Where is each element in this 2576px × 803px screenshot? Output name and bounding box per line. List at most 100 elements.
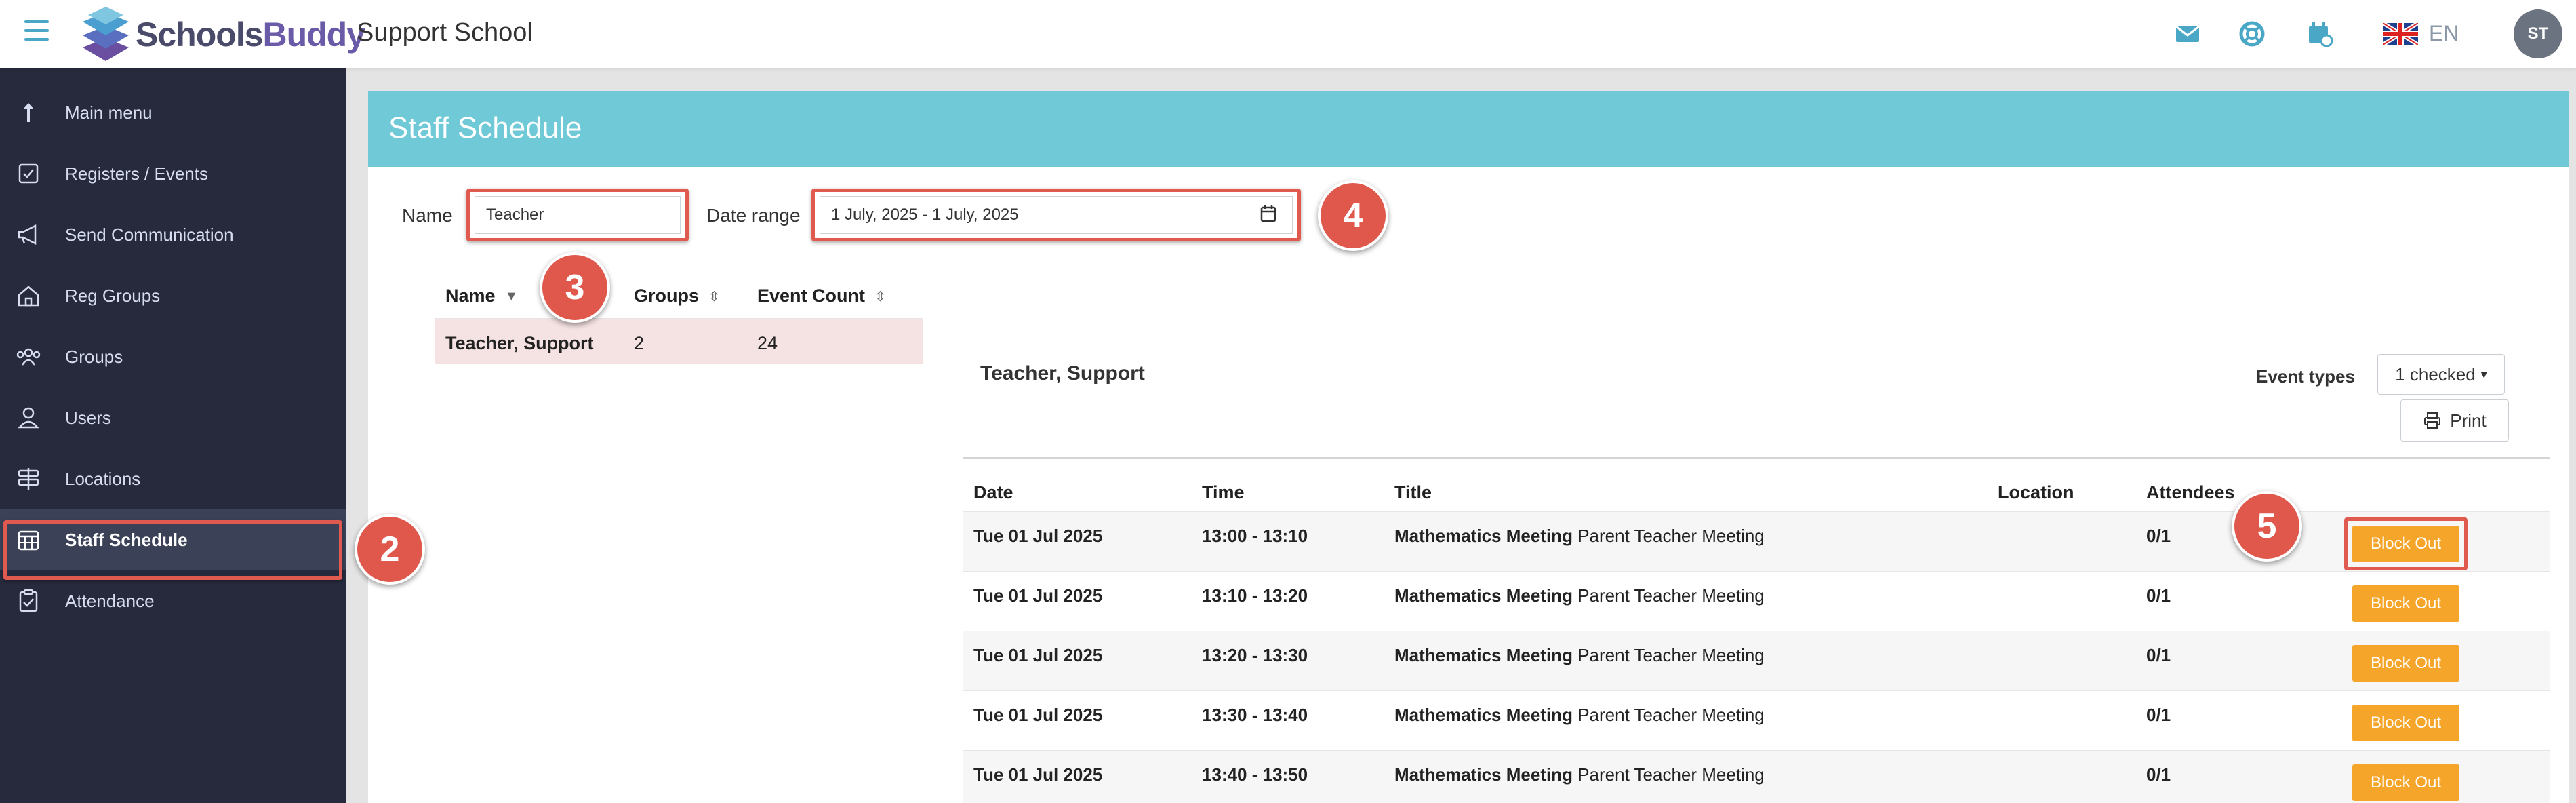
table-row: Tue 01 Jul 2025 13:00 - 13:10 Mathematic… — [963, 512, 2550, 572]
page-title: Staff Schedule — [388, 111, 582, 144]
time-cell: 13:20 - 13:30 — [1202, 645, 1308, 665]
table-row: Tue 01 Jul 2025 13:40 - 13:50 Mathematic… — [963, 751, 2550, 803]
date-range-input[interactable] — [820, 196, 1293, 234]
title-cell: Mathematics Meeting Parent Teacher Meeti… — [1394, 585, 1765, 606]
caret-down-icon: ▾ — [2480, 367, 2487, 381]
name-filter-input[interactable] — [475, 196, 681, 234]
brand-name: SchoolsBuddy — [136, 16, 365, 54]
highlight-box — [2344, 517, 2468, 570]
time-cell: 13:10 - 13:20 — [1202, 585, 1308, 606]
sidebar-item-send-communication[interactable]: Send Communication — [0, 204, 346, 265]
sidebar-item-label: Reg Groups — [65, 285, 161, 306]
title-cell: Mathematics Meeting Parent Teacher Meeti… — [1394, 645, 1765, 665]
sidebar-item-registers-events[interactable]: Registers / Events — [0, 143, 346, 204]
signpost-icon — [18, 468, 39, 490]
event-types-label: Event types — [2256, 366, 2355, 387]
sidebar-item-users[interactable]: Users — [0, 387, 346, 448]
sidebar-item-label: Locations — [65, 468, 141, 489]
sort-icon: ⇳ — [874, 290, 886, 305]
callout-4: 4 — [1318, 180, 1388, 251]
home-icon — [18, 286, 39, 307]
attendees-cell: 0/1 — [2146, 526, 2171, 546]
block-out-button[interactable]: Block Out — [2352, 705, 2459, 741]
megaphone-icon — [18, 224, 37, 246]
block-out-button[interactable]: Block Out — [2352, 645, 2459, 682]
print-button[interactable]: Print — [2400, 399, 2509, 442]
column-header-date: Date — [973, 482, 1013, 503]
main-content: Staff Schedule Name Date range Name▼ Gro… — [346, 68, 2576, 803]
clipboard-icon — [19, 589, 38, 612]
arrow-up-icon — [23, 103, 34, 122]
column-header-location: Location — [1998, 482, 2074, 503]
sidebar-item-groups[interactable]: Groups — [0, 326, 346, 387]
language-selector[interactable]: EN — [2383, 21, 2459, 46]
top-bar: SchoolsBuddy Support School EN ST — [0, 0, 2576, 68]
sidebar-item-label: Registers / Events — [65, 163, 208, 184]
name-filter-label: Name — [402, 205, 453, 226]
uk-flag-icon — [2383, 22, 2418, 45]
block-out-button[interactable]: Block Out — [2352, 585, 2459, 622]
event-types-dropdown[interactable]: 1 checked ▾ — [2377, 354, 2505, 395]
column-header-time: Time — [1202, 482, 1245, 503]
groups-cell: 2 — [634, 333, 645, 353]
staff-name-cell: Teacher, Support — [445, 333, 594, 353]
table-row[interactable]: Teacher, Support 2 24 — [435, 319, 923, 364]
time-cell: 13:40 - 13:50 — [1202, 764, 1308, 785]
time-cell: 13:00 - 13:10 — [1202, 526, 1308, 546]
sidebar-item-label: Main menu — [65, 102, 153, 123]
title-cell: Mathematics Meeting Parent Teacher Meeti… — [1394, 526, 1765, 546]
attendees-cell: 0/1 — [2146, 764, 2171, 785]
table-row: Tue 01 Jul 2025 13:20 - 13:30 Mathematic… — [963, 631, 2550, 691]
column-header-name[interactable]: Name ▼ — [445, 286, 518, 307]
people-icon — [16, 348, 41, 366]
date-cell: Tue 01 Jul 2025 — [973, 705, 1103, 725]
table-row: Tue 01 Jul 2025 13:30 - 13:40 Mathematic… — [963, 691, 2550, 751]
help-icon[interactable] — [2238, 20, 2266, 47]
avatar[interactable]: ST — [2514, 9, 2562, 58]
title-cell: Mathematics Meeting Parent Teacher Meeti… — [1394, 705, 1765, 725]
panel-header: Staff Schedule — [368, 91, 2569, 167]
callout-2: 2 — [355, 514, 425, 585]
sidebar-item-attendance[interactable]: Attendance — [0, 570, 346, 631]
sidebar-item-main-menu[interactable]: Main menu — [0, 82, 346, 143]
checkbox-icon — [18, 163, 39, 184]
printer-icon — [2424, 412, 2441, 429]
table-row: Tue 01 Jul 2025 13:10 - 13:20 Mathematic… — [963, 572, 2550, 631]
table-header: Name ▼ Groups ⇳ Event Count ⇳ — [435, 272, 923, 319]
language-label: EN — [2429, 21, 2459, 45]
callout-5: 5 — [2232, 491, 2302, 562]
menu-icon[interactable] — [24, 20, 49, 42]
table-header: Date Time Title Location Attendees — [963, 469, 2550, 512]
attendees-cell: 0/1 — [2146, 585, 2171, 606]
calendar-icon — [1260, 205, 1276, 222]
user-icon — [18, 407, 39, 429]
calendar-settings-icon[interactable] — [2306, 20, 2333, 47]
sort-icon: ⇳ — [708, 290, 720, 305]
date-range-label: Date range — [706, 205, 801, 226]
sidebar-item-label: Groups — [65, 346, 123, 367]
time-cell: 13:30 - 13:40 — [1202, 705, 1308, 725]
column-header-groups[interactable]: Groups ⇳ — [634, 286, 720, 307]
schedule-table: Date Time Title Location Attendees Tue 0… — [963, 457, 2550, 803]
mail-icon[interactable] — [2174, 20, 2201, 47]
block-out-button[interactable]: Block Out — [2352, 764, 2459, 801]
column-header-title: Title — [1394, 482, 1432, 503]
column-header-event-count[interactable]: Event Count ⇳ — [757, 286, 886, 307]
sidebar-item-label: Attendance — [65, 590, 155, 611]
callout-3: 3 — [540, 252, 610, 323]
sidebar-item-reg-groups[interactable]: Reg Groups — [0, 265, 346, 326]
event-count-cell: 24 — [757, 333, 778, 353]
sidebar-item-locations[interactable]: Locations — [0, 448, 346, 509]
column-header-attendees: Attendees — [2146, 482, 2235, 503]
date-cell: Tue 01 Jul 2025 — [973, 764, 1103, 785]
school-name: Support School — [357, 18, 533, 47]
date-picker-button[interactable] — [1243, 196, 1293, 234]
logo-icon — [83, 7, 129, 61]
title-cell: Mathematics Meeting Parent Teacher Meeti… — [1394, 764, 1765, 785]
date-cell: Tue 01 Jul 2025 — [973, 645, 1103, 665]
date-cell: Tue 01 Jul 2025 — [973, 585, 1103, 606]
date-cell: Tue 01 Jul 2025 — [973, 526, 1103, 546]
schedule-staff-name: Teacher, Support — [980, 362, 1145, 385]
sort-desc-icon: ▼ — [504, 289, 519, 305]
sidebar: Main menu Registers / Events Send Commun… — [0, 68, 346, 803]
